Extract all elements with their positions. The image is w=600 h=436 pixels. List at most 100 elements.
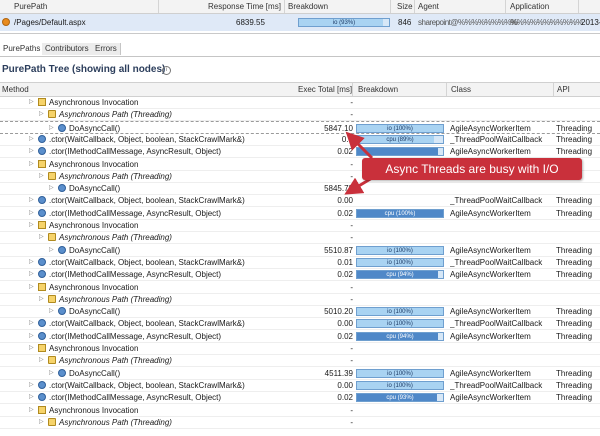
col-application[interactable]: Application <box>510 2 549 11</box>
expand-toggle-icon[interactable]: ▷ <box>49 184 54 191</box>
expand-toggle-icon[interactable]: ▷ <box>39 233 44 240</box>
tree-row[interactable]: ▷ Asynchronous Invocation - <box>0 281 600 294</box>
tree-row[interactable]: ▷ .ctor(WaitCallback, Object, boolean, St… <box>0 133 600 146</box>
async-path-icon <box>48 110 56 119</box>
tree-row[interactable]: ▷ DoAsyncCall() 4511.39 io (100%) AgileAsync… <box>0 367 600 380</box>
tree-row-breakdown-label: cpu (89%) <box>386 136 414 143</box>
col-class[interactable]: Class <box>451 85 471 94</box>
callout-busy-io: Async Threads are busy with I/O <box>362 158 582 180</box>
col-purepath[interactable]: PurePath <box>14 2 47 11</box>
tree-row[interactable]: ▷ DoAsyncCall() 5847.10 io (100%) AgileAsync… <box>0 120 600 134</box>
tree-row-exec-total: - <box>350 294 353 304</box>
tree-row-class: AgileAsyncWorkerItem <box>450 368 531 378</box>
expand-toggle-icon[interactable]: ▷ <box>49 307 54 314</box>
expand-toggle-icon[interactable]: ▷ <box>29 258 34 265</box>
method-node-icon <box>58 307 66 316</box>
tree-row-method: Asynchronous Invocation <box>49 221 139 230</box>
expand-toggle-icon[interactable]: ▷ <box>39 418 44 425</box>
expand-toggle-icon[interactable]: ▷ <box>29 160 34 167</box>
tree-row[interactable]: ▷ Asynchronous Invocation - <box>0 219 600 232</box>
tree-row-method: DoAsyncCall() <box>69 123 121 133</box>
tree-row[interactable]: ▷ .ctor(WaitCallback, Object, boolean, St… <box>0 379 600 392</box>
expand-toggle-icon[interactable]: ▷ <box>49 124 54 131</box>
purepaths-table-header: PurePath Response Time [ms] Breakdown Si… <box>0 0 600 14</box>
async-invocation-icon <box>38 282 46 291</box>
tree-row-breakdown-bar: io (100%) <box>356 123 444 133</box>
tree-row-breakdown-bar: io (100%) <box>356 380 444 390</box>
expand-toggle-icon[interactable]: ▷ <box>29 98 34 105</box>
tree-row-method: Asynchronous Invocation <box>49 344 139 353</box>
col-agent[interactable]: Agent <box>418 2 439 11</box>
expand-toggle-icon[interactable]: ▷ <box>29 344 34 351</box>
expand-toggle-icon[interactable]: ▷ <box>29 209 34 216</box>
col-tree-breakdown[interactable]: Breakdown <box>358 85 398 94</box>
purepath-application: %%%%%%%%%%% <box>510 18 583 27</box>
async-path-icon <box>48 294 56 303</box>
tree-row[interactable]: ▷ DoAsyncCall() 5010.20 io (100%) AgileAsync… <box>0 305 600 319</box>
tab-errors[interactable]: Errors <box>92 43 121 55</box>
async-path-icon <box>48 233 56 242</box>
async-invocation-icon <box>38 98 46 106</box>
tree-row-exec-total: - <box>350 356 353 366</box>
tab-purepaths[interactable]: PurePaths <box>0 43 45 55</box>
tree-row[interactable]: ▷ .ctor(WaitCallback, Object, boolean, St… <box>0 194 600 208</box>
expand-toggle-icon[interactable]: ▷ <box>39 110 44 117</box>
warning-dot-icon <box>2 18 10 26</box>
method-node-icon <box>38 393 46 402</box>
expand-toggle-icon[interactable]: ▷ <box>29 332 34 339</box>
tree-row-method: Asynchronous Invocation <box>49 159 139 169</box>
tree-row[interactable]: ▷ Asynchronous Path (Threading) - <box>0 231 600 245</box>
tree-row-method: .ctor(WaitCallback, Object, boolean, Sta… <box>49 380 245 390</box>
method-node-icon <box>38 147 46 156</box>
tree-row[interactable]: ▷ Asynchronous Invocation - <box>0 342 600 355</box>
expand-toggle-icon[interactable]: ▷ <box>29 406 34 413</box>
expand-toggle-icon[interactable]: ▷ <box>29 393 34 400</box>
tree-row-method: Asynchronous Invocation <box>49 405 139 415</box>
tree-row[interactable]: ▷ Asynchronous Path (Threading) - <box>0 416 600 429</box>
expand-toggle-icon[interactable]: ▷ <box>29 147 34 154</box>
tree-row-exec-total: 0.02 <box>337 208 353 218</box>
tree-row[interactable]: ▷ Asynchronous Path (Threading) - <box>0 354 600 368</box>
tree-row-method: DoAsyncCall() <box>69 368 121 378</box>
info-icon[interactable]: i <box>162 66 171 75</box>
tree-row-breakdown-label: cpu (94%) <box>386 333 414 340</box>
tree-row[interactable]: ▷ DoAsyncCall() 5845.73 <box>0 182 600 196</box>
expand-toggle-icon[interactable]: ▷ <box>49 369 54 376</box>
col-breakdown[interactable]: Breakdown <box>288 2 328 11</box>
tree-row[interactable]: ▷ .ctor(WaitCallback, Object, boolean, St… <box>0 317 600 331</box>
expand-toggle-icon[interactable]: ▷ <box>29 381 34 388</box>
expand-toggle-icon[interactable]: ▷ <box>29 270 34 277</box>
expand-toggle-icon[interactable]: ▷ <box>39 172 44 179</box>
expand-toggle-icon[interactable]: ▷ <box>39 356 44 363</box>
tree-row[interactable]: ▷ .ctor(IMethodCallMessage, AsyncResult, … <box>0 391 600 405</box>
expand-toggle-icon[interactable]: ▷ <box>29 319 34 326</box>
tree-row[interactable]: ▷ .ctor(WaitCallback, Object, boolean, St… <box>0 256 600 269</box>
tree-row[interactable]: ▷ .ctor(IMethodCallMessage, AsyncResult, … <box>0 330 600 343</box>
tree-row[interactable]: ▷ Asynchronous Path (Threading) - <box>0 108 600 122</box>
tab-contributors[interactable]: Contributors <box>42 43 93 55</box>
expand-toggle-icon[interactable]: ▷ <box>49 246 54 253</box>
expand-toggle-icon[interactable]: ▷ <box>39 295 44 302</box>
expand-toggle-icon[interactable]: ▷ <box>29 135 34 142</box>
tree-row[interactable]: ▷ Asynchronous Invocation - <box>0 96 600 109</box>
col-exec-total[interactable]: Exec Total [ms] <box>298 85 352 94</box>
expand-toggle-icon[interactable]: ▷ <box>29 196 34 203</box>
tree-row[interactable]: ▷ DoAsyncCall() 5510.87 io (100%) AgileAsync… <box>0 244 600 257</box>
col-response-time[interactable]: Response Time [ms] <box>208 2 281 11</box>
tree-row[interactable]: ▷ .ctor(IMethodCallMessage, AsyncResult, … <box>0 145 600 159</box>
tree-header: Method Exec Total [ms] Breakdown Class A… <box>0 82 600 97</box>
tree-row[interactable]: ▷ .ctor(IMethodCallMessage, AsyncResult, … <box>0 207 600 220</box>
tree-row-method: .ctor(WaitCallback, Object, boolean, Sta… <box>49 134 245 144</box>
tree-row-breakdown-label <box>357 148 443 155</box>
tree-row[interactable]: ▷ Asynchronous Path (Threading) - <box>0 293 600 306</box>
purepath-row[interactable]: /Pages/Default.aspx 6839.55 io (93%) 846… <box>0 14 600 31</box>
tree-row[interactable]: ▷ .ctor(IMethodCallMessage, AsyncResult, … <box>0 268 600 282</box>
expand-toggle-icon[interactable]: ▷ <box>29 283 34 290</box>
tree-row[interactable]: ▷ Asynchronous Invocation - <box>0 404 600 417</box>
tree-row-class: _ThreadPoolWaitCallback <box>450 319 543 329</box>
col-api[interactable]: API <box>557 85 570 94</box>
expand-toggle-icon[interactable]: ▷ <box>29 221 34 228</box>
col-method[interactable]: Method <box>2 85 29 94</box>
tree-row-exec-total: 5510.87 <box>324 245 353 255</box>
col-size[interactable]: Size <box>397 2 413 11</box>
